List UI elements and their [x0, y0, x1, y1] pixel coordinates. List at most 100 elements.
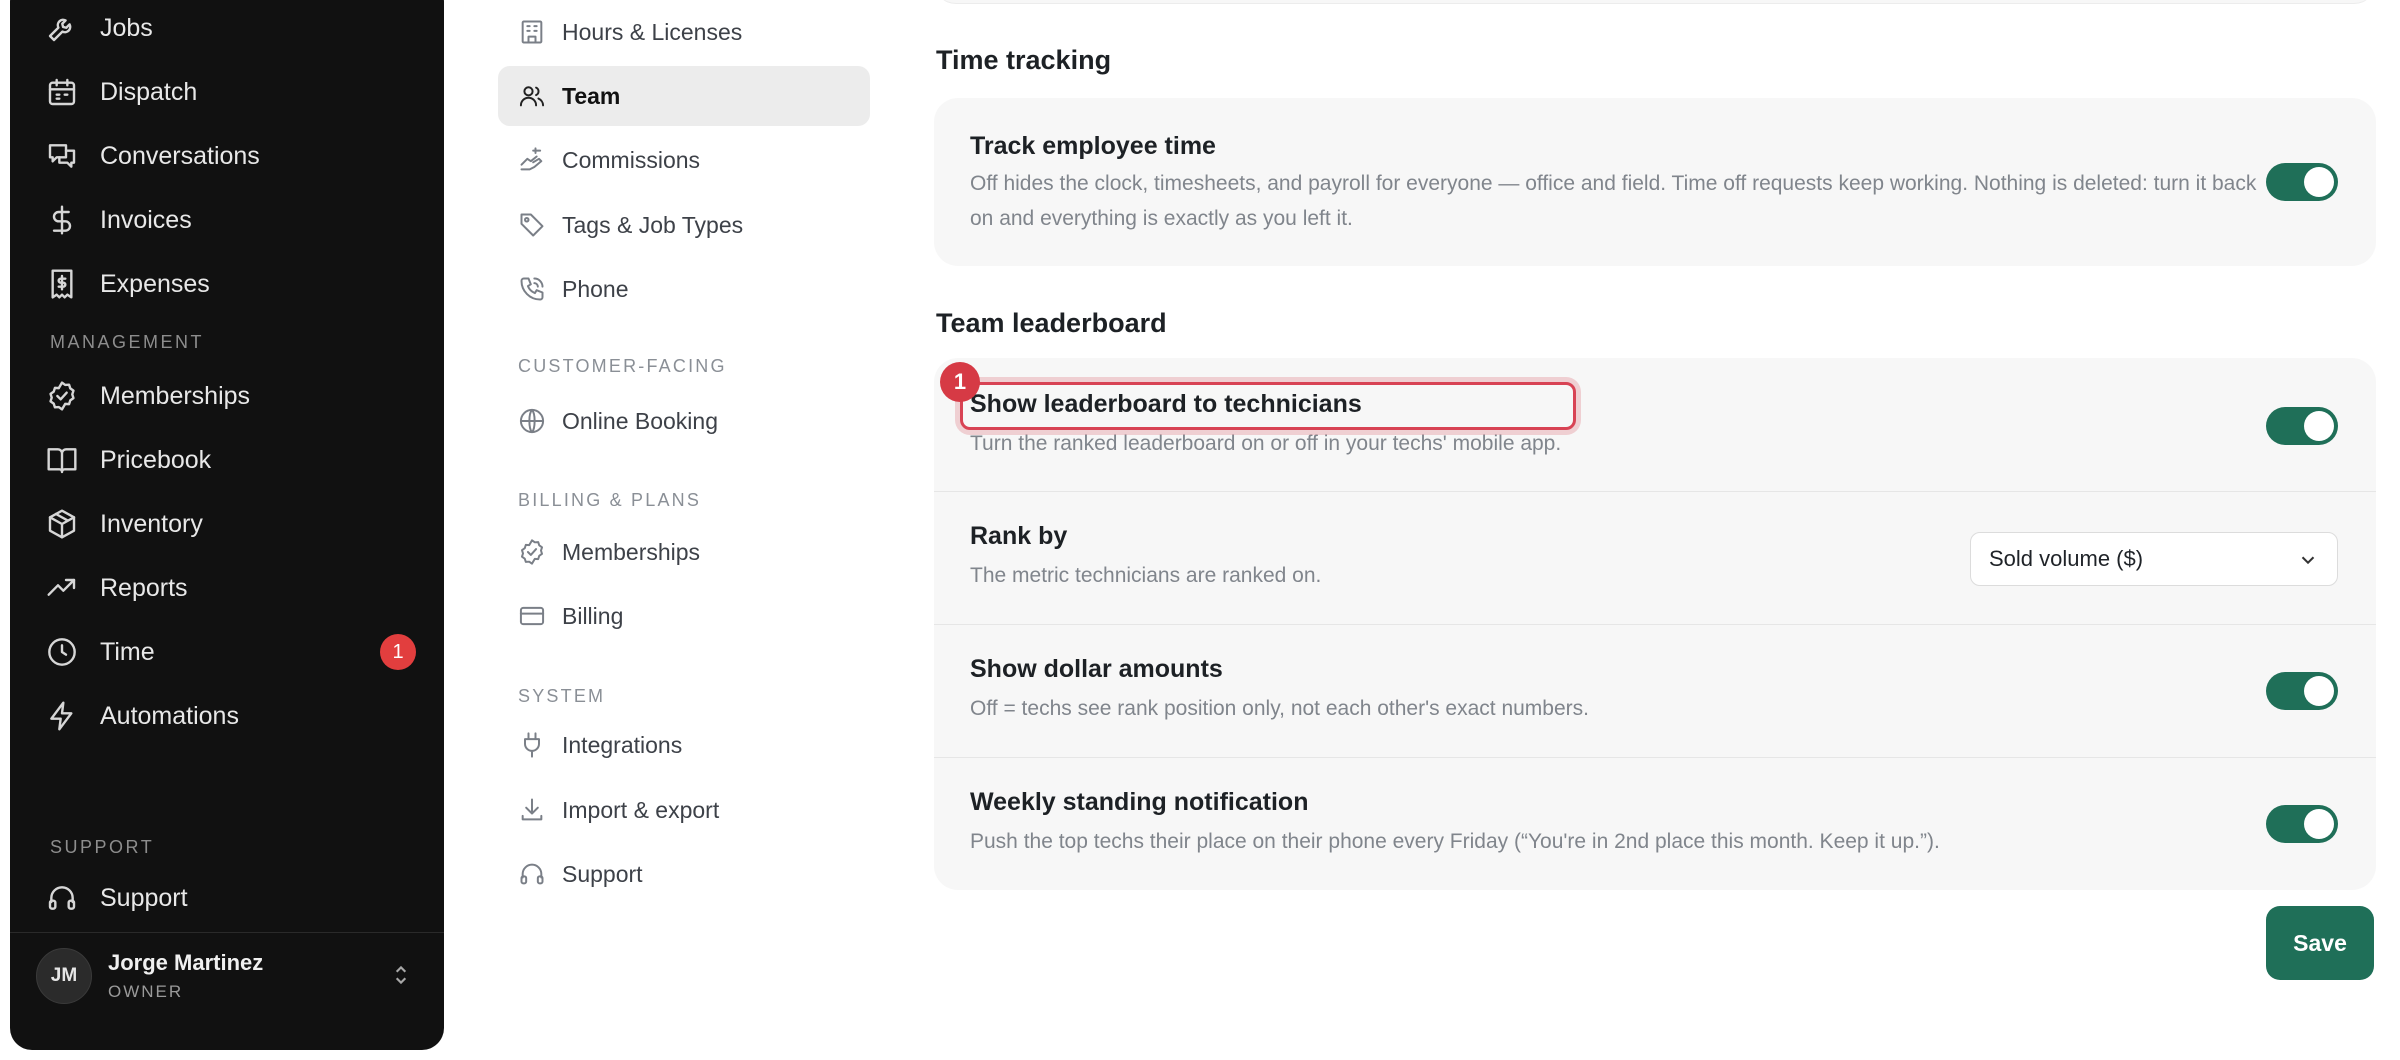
subnav-item-import-export[interactable]: Import & export: [498, 780, 870, 840]
sidebar-item-label: Expenses: [100, 269, 210, 298]
sidebar-item-conversations[interactable]: Conversations: [46, 132, 416, 180]
sidebar-item-label: Invoices: [100, 205, 192, 234]
headset-icon: [518, 860, 546, 888]
sidebar-item-reports[interactable]: Reports: [46, 564, 416, 612]
subnav-item-label: Support: [562, 860, 643, 887]
time-tracking-card: Track employee time Off hides the clock,…: [934, 98, 2376, 266]
user-menu[interactable]: JM Jorge Martinez OWNER: [36, 940, 426, 1012]
sidebar-item-dispatch[interactable]: Dispatch: [46, 68, 416, 116]
row-description: Push the top techs their place on their …: [970, 830, 1940, 853]
subnav-item-commissions[interactable]: Commissions: [498, 130, 870, 190]
sidebar-item-automations[interactable]: Automations: [46, 692, 416, 740]
leaderboard-card: Show leaderboard to technicians Turn the…: [934, 358, 2376, 890]
subnav-item-online-booking[interactable]: Online Booking: [498, 391, 870, 451]
sidebar-divider: [10, 932, 444, 933]
previous-card-edge: [934, 0, 2376, 4]
highlight-annotation: [960, 382, 1576, 430]
box-icon: [46, 508, 78, 540]
main-sidebar: Jobs Dispatch Conversations Invoices Exp…: [10, 0, 444, 1050]
subnav-section-system: SYSTEM: [518, 686, 606, 706]
sidebar-item-jobs[interactable]: Jobs: [46, 4, 416, 52]
phone-icon: [518, 275, 546, 303]
rank-by-select[interactable]: Sold volume ($): [1970, 532, 2338, 586]
subnav-item-label: Tags & Job Types: [562, 211, 744, 238]
section-title-leaderboard: Team leaderboard: [936, 308, 1167, 338]
plug-icon: [518, 731, 546, 759]
sidebar-item-label: Dispatch: [100, 77, 198, 106]
sidebar-item-label: Automations: [100, 701, 239, 730]
subnav-item-integrations[interactable]: Integrations: [498, 715, 870, 775]
subnav-item-phone[interactable]: Phone: [498, 259, 870, 319]
receipt-icon: [46, 268, 78, 300]
sidebar-item-label: Pricebook: [100, 445, 212, 474]
chat-icon: [46, 140, 78, 172]
toggle-knob: [2304, 167, 2334, 197]
subnav-section-billing: BILLING & PLANS: [518, 490, 702, 510]
weekly-notification-toggle[interactable]: [2266, 805, 2338, 843]
calendar-icon: [46, 76, 78, 108]
show-leaderboard-toggle[interactable]: [2266, 407, 2338, 445]
globe-icon: [518, 407, 546, 435]
card-icon: [518, 602, 546, 630]
save-button[interactable]: Save: [2266, 906, 2374, 980]
track-time-toggle[interactable]: [2266, 163, 2338, 201]
dollar-icon: [46, 204, 78, 236]
subnav-item-label: Memberships: [562, 538, 701, 565]
subnav-item-label: Team: [562, 82, 621, 109]
subnav-item-memberships[interactable]: Memberships: [498, 522, 870, 582]
dollar-amounts-toggle[interactable]: [2266, 672, 2338, 710]
chevron-down-icon: [2297, 549, 2319, 571]
row-title: Rank by: [970, 522, 1068, 550]
subnav-item-billing[interactable]: Billing: [498, 586, 870, 646]
chevron-updown-icon: [388, 960, 414, 990]
trend-icon: [46, 572, 78, 604]
book-icon: [46, 444, 78, 476]
row-title: Weekly standing notification: [970, 788, 1309, 816]
subnav-item-team[interactable]: Team: [498, 66, 870, 126]
notification-badge: 1: [380, 634, 416, 670]
subnav-item-label: Billing: [562, 602, 624, 629]
toggle-knob: [2304, 411, 2334, 441]
row-description: Off = techs see rank position only, not …: [970, 697, 1589, 720]
sidebar-item-memberships[interactable]: Memberships: [46, 372, 416, 420]
subnav-item-hours-licenses[interactable]: Hours & Licenses: [498, 2, 870, 62]
select-value: Sold volume ($): [1989, 546, 2144, 571]
setting-row-rank-by: Rank by The metric technicians are ranke…: [934, 492, 2376, 624]
sidebar-item-support[interactable]: Support: [46, 874, 416, 922]
sidebar-section-support: SUPPORT: [50, 837, 155, 857]
subnav-item-label: Hours & Licenses: [562, 18, 743, 45]
row-description: Off hides the clock, timesheets, and pay…: [970, 172, 2257, 230]
sidebar-item-expenses[interactable]: Expenses: [46, 260, 416, 308]
building-icon: [518, 18, 546, 46]
sidebar-item-label: Conversations: [100, 141, 260, 170]
sidebar-item-label: Time: [100, 637, 155, 666]
sidebar-item-label: Jobs: [100, 13, 153, 42]
annotation-badge: 1: [940, 362, 980, 402]
user-role: OWNER: [108, 982, 184, 1001]
subnav-item-label: Import & export: [562, 796, 720, 823]
tag-icon: [518, 211, 546, 239]
sidebar-item-label: Reports: [100, 573, 188, 602]
sidebar-item-pricebook[interactable]: Pricebook: [46, 436, 416, 484]
setting-row-weekly-notification: Weekly standing notification Push the to…: [934, 758, 2376, 890]
subnav-item-label: Phone: [562, 275, 629, 302]
toggle-knob: [2304, 676, 2334, 706]
toggle-knob: [2304, 809, 2334, 839]
headset-icon: [46, 882, 78, 914]
sidebar-item-time[interactable]: Time 1: [46, 628, 416, 676]
bolt-icon: [46, 700, 78, 732]
subnav-item-label: Commissions: [562, 146, 701, 173]
coins-icon: [518, 146, 546, 174]
sidebar-item-label: Support: [100, 883, 188, 912]
user-name: Jorge Martinez: [108, 950, 264, 975]
sidebar-item-inventory[interactable]: Inventory: [46, 500, 416, 548]
users-icon: [518, 82, 546, 110]
sidebar-section-management: MANAGEMENT: [50, 332, 205, 352]
sidebar-item-invoices[interactable]: Invoices: [46, 196, 416, 244]
subnav-item-tags-job-types[interactable]: Tags & Job Types: [498, 195, 870, 255]
subnav-item-label: Integrations: [562, 731, 683, 758]
clock-icon: [46, 636, 78, 668]
subnav-item-label: Online Booking: [562, 407, 718, 434]
subnav-item-support[interactable]: Support: [498, 844, 870, 904]
section-title-time-tracking: Time tracking: [936, 45, 1112, 75]
